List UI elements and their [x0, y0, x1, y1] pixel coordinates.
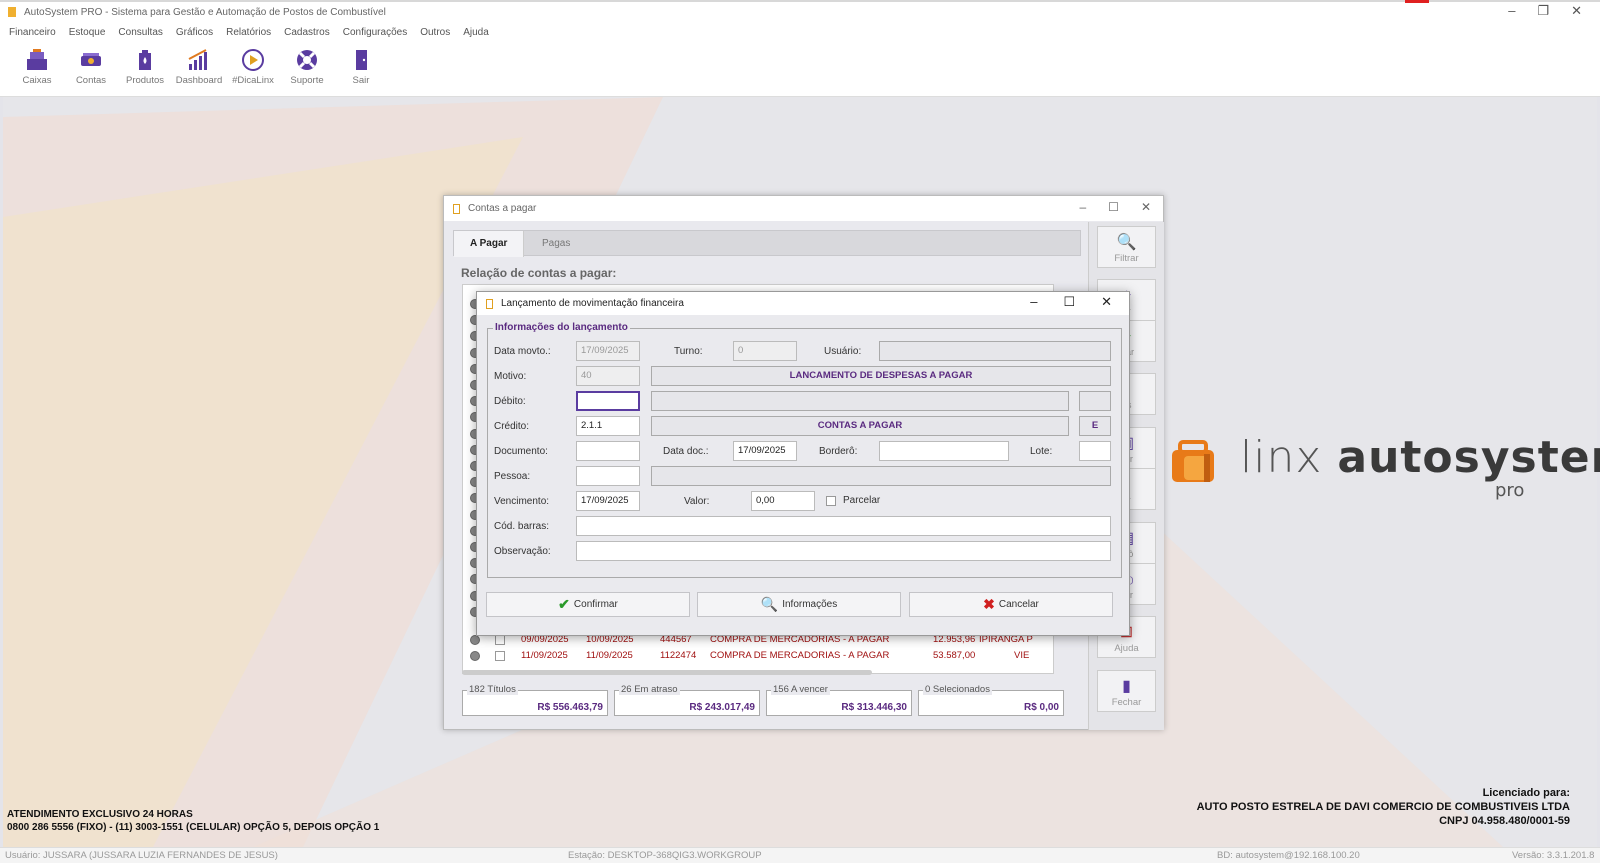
- minimize-icon[interactable]: –: [1079, 200, 1086, 214]
- cancel-x-icon: ✖: [983, 596, 995, 612]
- toolbar-produtos-button[interactable]: Produtos: [118, 42, 172, 96]
- status-dot-icon: [470, 651, 480, 661]
- menu-ajuda[interactable]: Ajuda: [463, 27, 489, 38]
- toolbar-contas-button[interactable]: Contas: [64, 42, 118, 96]
- window-icon: [453, 203, 460, 214]
- motivo-description: LANCAMENTO DE DESPESAS A PAGAR: [651, 366, 1111, 386]
- fechar-button[interactable]: ▮ Fechar: [1097, 670, 1156, 712]
- summary-a-vencer: 156 A vencer R$ 313.446,30: [766, 684, 912, 716]
- checkmark-icon: ✔: [558, 596, 570, 612]
- restore-icon[interactable]: ❐: [1537, 3, 1549, 19]
- credito-field[interactable]: 2.1.1: [576, 416, 640, 436]
- summary-em-atraso: 26 Em atraso R$ 243.017,49: [614, 684, 760, 716]
- debito-description: [651, 391, 1069, 411]
- bar-chart-icon: [188, 49, 207, 70]
- pessoa-field[interactable]: [576, 466, 640, 486]
- window-icon: [486, 298, 493, 309]
- menu-graficos[interactable]: Gráficos: [176, 27, 213, 38]
- menu-financeiro[interactable]: Financeiro: [9, 27, 56, 38]
- app-titlebar: AutoSystem PRO - Sistema para Gestão e A…: [0, 0, 1600, 22]
- close-icon[interactable]: ✕: [1101, 294, 1112, 310]
- minimize-icon[interactable]: –: [1030, 294, 1037, 310]
- row-checkbox[interactable]: [495, 635, 505, 645]
- lote-field[interactable]: [1079, 441, 1111, 461]
- briefcase-logo-icon: [1172, 440, 1214, 482]
- data-movto-field[interactable]: 17/09/2025: [576, 341, 640, 361]
- menu-bar: Financeiro Estoque Consultas Gráficos Re…: [0, 22, 1600, 42]
- status-bar: Usuário: JUSSARA (JUSSARA LUZIA FERNANDE…: [0, 847, 1600, 863]
- toolbar-suporte-button[interactable]: Suporte: [280, 42, 334, 96]
- red-marker: [1405, 0, 1429, 3]
- lifebuoy-icon: [297, 50, 317, 70]
- table-row[interactable]: 11/09/2025 11/09/2025 1122474 COMPRA DE …: [463, 648, 1053, 664]
- menu-cadastros[interactable]: Cadastros: [284, 27, 330, 38]
- cash-register-icon: [27, 49, 47, 70]
- vencimento-field[interactable]: 17/09/2025: [576, 491, 640, 511]
- status-station: Estação: DESKTOP-368QIG3.WORKGROUP: [568, 850, 762, 861]
- maximize-icon[interactable]: ☐: [1063, 294, 1075, 310]
- cod-barras-field[interactable]: [576, 516, 1111, 536]
- minimize-icon[interactable]: –: [1508, 3, 1515, 19]
- observacao-field[interactable]: [576, 541, 1111, 561]
- tab-a-pagar[interactable]: A Pagar: [454, 231, 525, 257]
- horizontal-scrollbar[interactable]: [462, 670, 1054, 676]
- license-info: Licenciado para: AUTO POSTO ESTRELA DE D…: [1196, 787, 1570, 827]
- motivo-field[interactable]: 40: [576, 366, 640, 386]
- support-info: ATENDIMENTO EXCLUSIVO 24 HORAS 0800 286 …: [7, 809, 380, 833]
- filtrar-button[interactable]: 🔍 Filtrar: [1097, 226, 1156, 268]
- toolbar-sair-button[interactable]: Sair: [334, 42, 388, 96]
- linx-autosystem-logo: linx autosystem pro: [1170, 432, 1600, 501]
- status-user: Usuário: JUSSARA (JUSSARA LUZIA FERNANDE…: [5, 850, 278, 861]
- tab-pagas[interactable]: Pagas: [526, 231, 586, 257]
- cancelar-button[interactable]: ✖ Cancelar: [909, 592, 1113, 617]
- contas-window-titlebar: Contas a pagar – ☐ ✕: [444, 196, 1163, 221]
- informacoes-button[interactable]: 🔍 Informações: [697, 592, 901, 617]
- debito-field[interactable]: [576, 391, 640, 411]
- close-door-icon: ▮: [1122, 678, 1131, 695]
- money-icon: [81, 53, 101, 66]
- close-icon[interactable]: ✕: [1571, 3, 1582, 19]
- row-checkbox[interactable]: [495, 651, 505, 661]
- credito-description: CONTAS A PAGAR: [651, 416, 1069, 436]
- parcelar-checkbox[interactable]: [826, 496, 836, 506]
- maximize-icon[interactable]: ☐: [1108, 200, 1119, 214]
- lancamento-dialog: Lançamento de movimentação financeira – …: [476, 291, 1130, 636]
- data-doc-field[interactable]: 17/09/2025: [733, 441, 797, 461]
- main-toolbar: Caixas Contas Produtos Dashboard #DicaLi…: [0, 42, 1600, 97]
- bordero-field[interactable]: [879, 441, 1009, 461]
- debito-extra: [1079, 391, 1111, 411]
- search-icon: 🔍: [1116, 234, 1137, 251]
- toolbar-dicalinx-button[interactable]: #DicaLinx: [226, 42, 280, 96]
- summary-titulos: 182 Títulos R$ 556.463,79: [462, 684, 608, 716]
- search-icon: 🔍: [760, 596, 779, 612]
- app-title: AutoSystem PRO - Sistema para Gestão e A…: [24, 6, 386, 18]
- confirmar-button[interactable]: ✔ Confirmar: [486, 592, 690, 617]
- menu-relatorios[interactable]: Relatórios: [226, 27, 271, 38]
- summary-selecionados: 0 Selecionados R$ 0,00: [918, 684, 1064, 716]
- status-dot-icon: [470, 635, 480, 645]
- play-icon: [242, 49, 264, 71]
- app-icon: [8, 7, 16, 17]
- menu-consultas[interactable]: Consultas: [118, 27, 162, 38]
- toolbar-caixas-button[interactable]: Caixas: [10, 42, 64, 96]
- exit-door-icon: [356, 50, 367, 70]
- menu-estoque[interactable]: Estoque: [69, 27, 106, 38]
- status-database: BD: autosystem@192.168.100.20: [1217, 850, 1360, 861]
- contas-tabs: A Pagar Pagas: [453, 230, 1081, 257]
- close-icon[interactable]: ✕: [1141, 200, 1151, 214]
- fuel-product-icon: [139, 50, 151, 70]
- status-version: Versão: 3.3.1.201.8: [1512, 850, 1595, 861]
- documento-field[interactable]: [576, 441, 640, 461]
- usuario-field[interactable]: [879, 341, 1111, 361]
- valor-field[interactable]: 0,00: [751, 491, 815, 511]
- credito-extra: E: [1079, 416, 1111, 436]
- turno-field[interactable]: 0: [733, 341, 797, 361]
- menu-configuracoes[interactable]: Configurações: [343, 27, 407, 38]
- dialog-titlebar: Lançamento de movimentação financeira – …: [477, 292, 1129, 315]
- toolbar-dashboard-button[interactable]: Dashboard: [172, 42, 226, 96]
- menu-outros[interactable]: Outros: [420, 27, 450, 38]
- pessoa-description: [651, 466, 1111, 486]
- contas-heading: Relação de contas a pagar:: [461, 266, 617, 280]
